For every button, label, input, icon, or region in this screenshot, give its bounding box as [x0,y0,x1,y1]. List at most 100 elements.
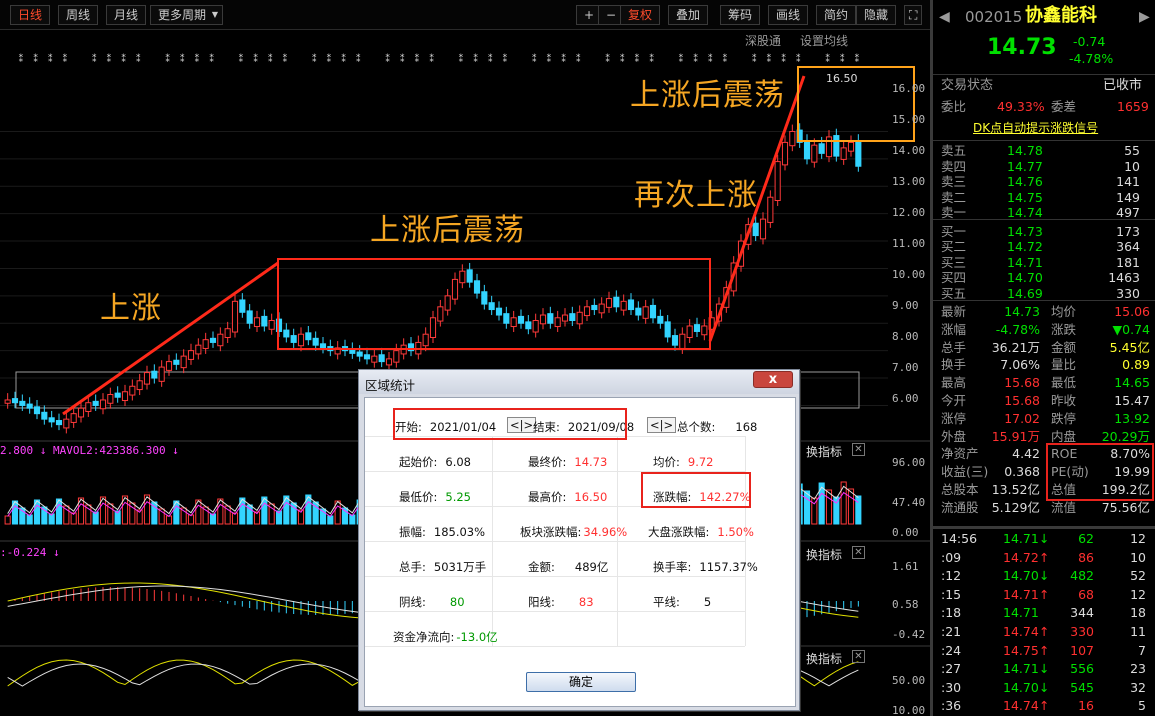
event-marker: ⁑ [195,53,200,65]
tick-arrow: ↑ [1039,698,1050,714]
event-marker: ⁑ [107,53,112,65]
dk-signal-link[interactable]: DK点自动提示涨跌信号 [973,121,1098,137]
orderbook-row[interactable]: 卖二 14.75 149 [933,190,1155,205]
candle [635,307,642,316]
tick-time: :30 [941,679,962,695]
range-stats-dialog: 区域统计 x 开始: 2021/01/04 <|> 结束: 2021/09/08 <… [358,369,800,711]
quote-value: 13.92 [1114,410,1150,426]
axis-label: 6.00 [892,392,919,405]
candle [833,135,840,157]
close-icon[interactable]: ✕ [852,443,865,456]
candle [77,407,85,418]
candle [495,307,503,316]
price-change-pct: -4.78% [1069,51,1114,66]
candle [114,392,121,398]
candle [180,355,187,369]
orderbook-row[interactable]: 买一 14.73 173 [933,224,1155,239]
orderbook-row[interactable]: 买四 14.70 1463 [933,270,1155,285]
orderbook-row[interactable]: 买三 14.71 181 [933,255,1155,270]
volume-bar [847,488,855,525]
orderbook-row[interactable]: 买二 14.72 364 [933,239,1155,254]
switch-indicator-button[interactable]: 换指标 [806,650,842,667]
volume-bar [349,514,356,525]
orderbook-row[interactable]: 卖一 14.74 497 [933,205,1155,220]
quote-value: 15.91万 [991,428,1040,444]
ok-button[interactable]: 确定 [526,672,636,692]
event-marker: ⁑ [429,53,434,65]
event-marker: ⁑ [356,53,361,65]
candle [840,147,847,160]
close-icon[interactable]: ✕ [852,650,865,663]
draw-line-button[interactable]: 画线 [768,5,809,25]
dialog-title: 区域统计 [359,370,799,394]
next-stock-icon[interactable]: ▶ [1139,9,1150,26]
quote-value: 75.56亿 [1101,499,1150,515]
end-stepper[interactable]: <|> [647,417,677,433]
candle [19,400,26,406]
tick-count: 12 [1130,586,1146,602]
hide-button[interactable]: 隐藏 [856,5,897,25]
tick-count: 11 [1130,624,1146,639]
volume-bar [327,515,334,525]
quote-label: 跌停 [1051,410,1077,426]
tab-weekly[interactable]: 周线 [58,5,99,25]
axis-label: 11.00 [892,237,926,250]
candle [107,393,114,404]
quote-value: 13.52亿 [991,482,1040,497]
yang-count: 阳线: 83 [528,595,594,609]
chips-button[interactable]: 筹码 [720,5,761,25]
orderbook-row[interactable]: 卖四 14.77 10 [933,159,1155,174]
switch-indicator-button[interactable]: 换指标 [806,546,842,563]
axis-label: 10.00 [892,268,926,281]
tick-time: :36 [941,698,962,714]
tick-count: 10 [1130,549,1146,565]
last-price: 14.73 [987,35,1057,60]
candle [202,339,209,349]
candle [642,306,649,319]
highlight-date-range [393,408,627,440]
orderbook-volume: 55 [1124,143,1140,158]
candle [576,311,583,325]
orderbook-row[interactable]: 卖五 14.78 55 [933,143,1155,158]
quote-row: 流通股 5.129亿 流值 75.56亿 [933,499,1155,516]
prev-stock-icon[interactable]: ◀ [939,9,950,26]
tick-row: :18 14.71 344 18 [933,604,1155,622]
event-marker: ⁑ [825,53,830,65]
event-marker: ⁑ [781,53,786,65]
tick-arrow: ↑ [1039,642,1050,658]
tick-price: 14.74 [1003,624,1039,639]
adjust-button[interactable]: 复权 [620,5,661,25]
close-button[interactable]: x [753,371,793,388]
fullscreen-icon[interactable]: ⛶ [904,5,923,25]
stock-terminal-window: { "toolbar": { "periods": ["日线","周线","月线… [0,0,1155,716]
candle [429,317,437,338]
tick-time: :18 [941,605,962,621]
quote-value: 36.21万 [991,339,1040,355]
event-marker: ⁑ [532,53,537,65]
candle [151,370,158,379]
open-price: 起始价: 6.08 [399,455,471,469]
tab-daily[interactable]: 日线 [10,5,51,25]
candle [371,355,378,363]
candle [693,324,701,332]
event-marker: ⁑ [547,53,552,65]
orderbook-price: 14.76 [1007,174,1043,189]
highlight-change-pct [641,472,751,508]
switch-indicator-button[interactable]: 换指标 [806,443,842,460]
event-marker: ⁑ [649,53,654,65]
orderbook-row[interactable]: 卖三 14.76 141 [933,174,1155,189]
tab-more-periods[interactable]: 更多周期 ▼ [150,5,224,25]
simple-button[interactable]: 简约 [816,5,857,25]
candle [268,320,275,330]
overlay-button[interactable]: 叠加 [668,5,709,25]
candle [48,417,55,423]
tab-monthly[interactable]: 月线 [106,5,147,25]
orderbook-row[interactable]: 买五 14.69 330 [933,286,1155,301]
candle [385,358,393,366]
event-marker: ⁑ [253,53,258,65]
event-marker: ⁑ [415,53,420,65]
close-icon[interactable]: ✕ [852,546,865,559]
axis-label: 9.00 [892,299,919,312]
tick-volume: 545 [1070,679,1094,695]
candle [246,310,253,324]
